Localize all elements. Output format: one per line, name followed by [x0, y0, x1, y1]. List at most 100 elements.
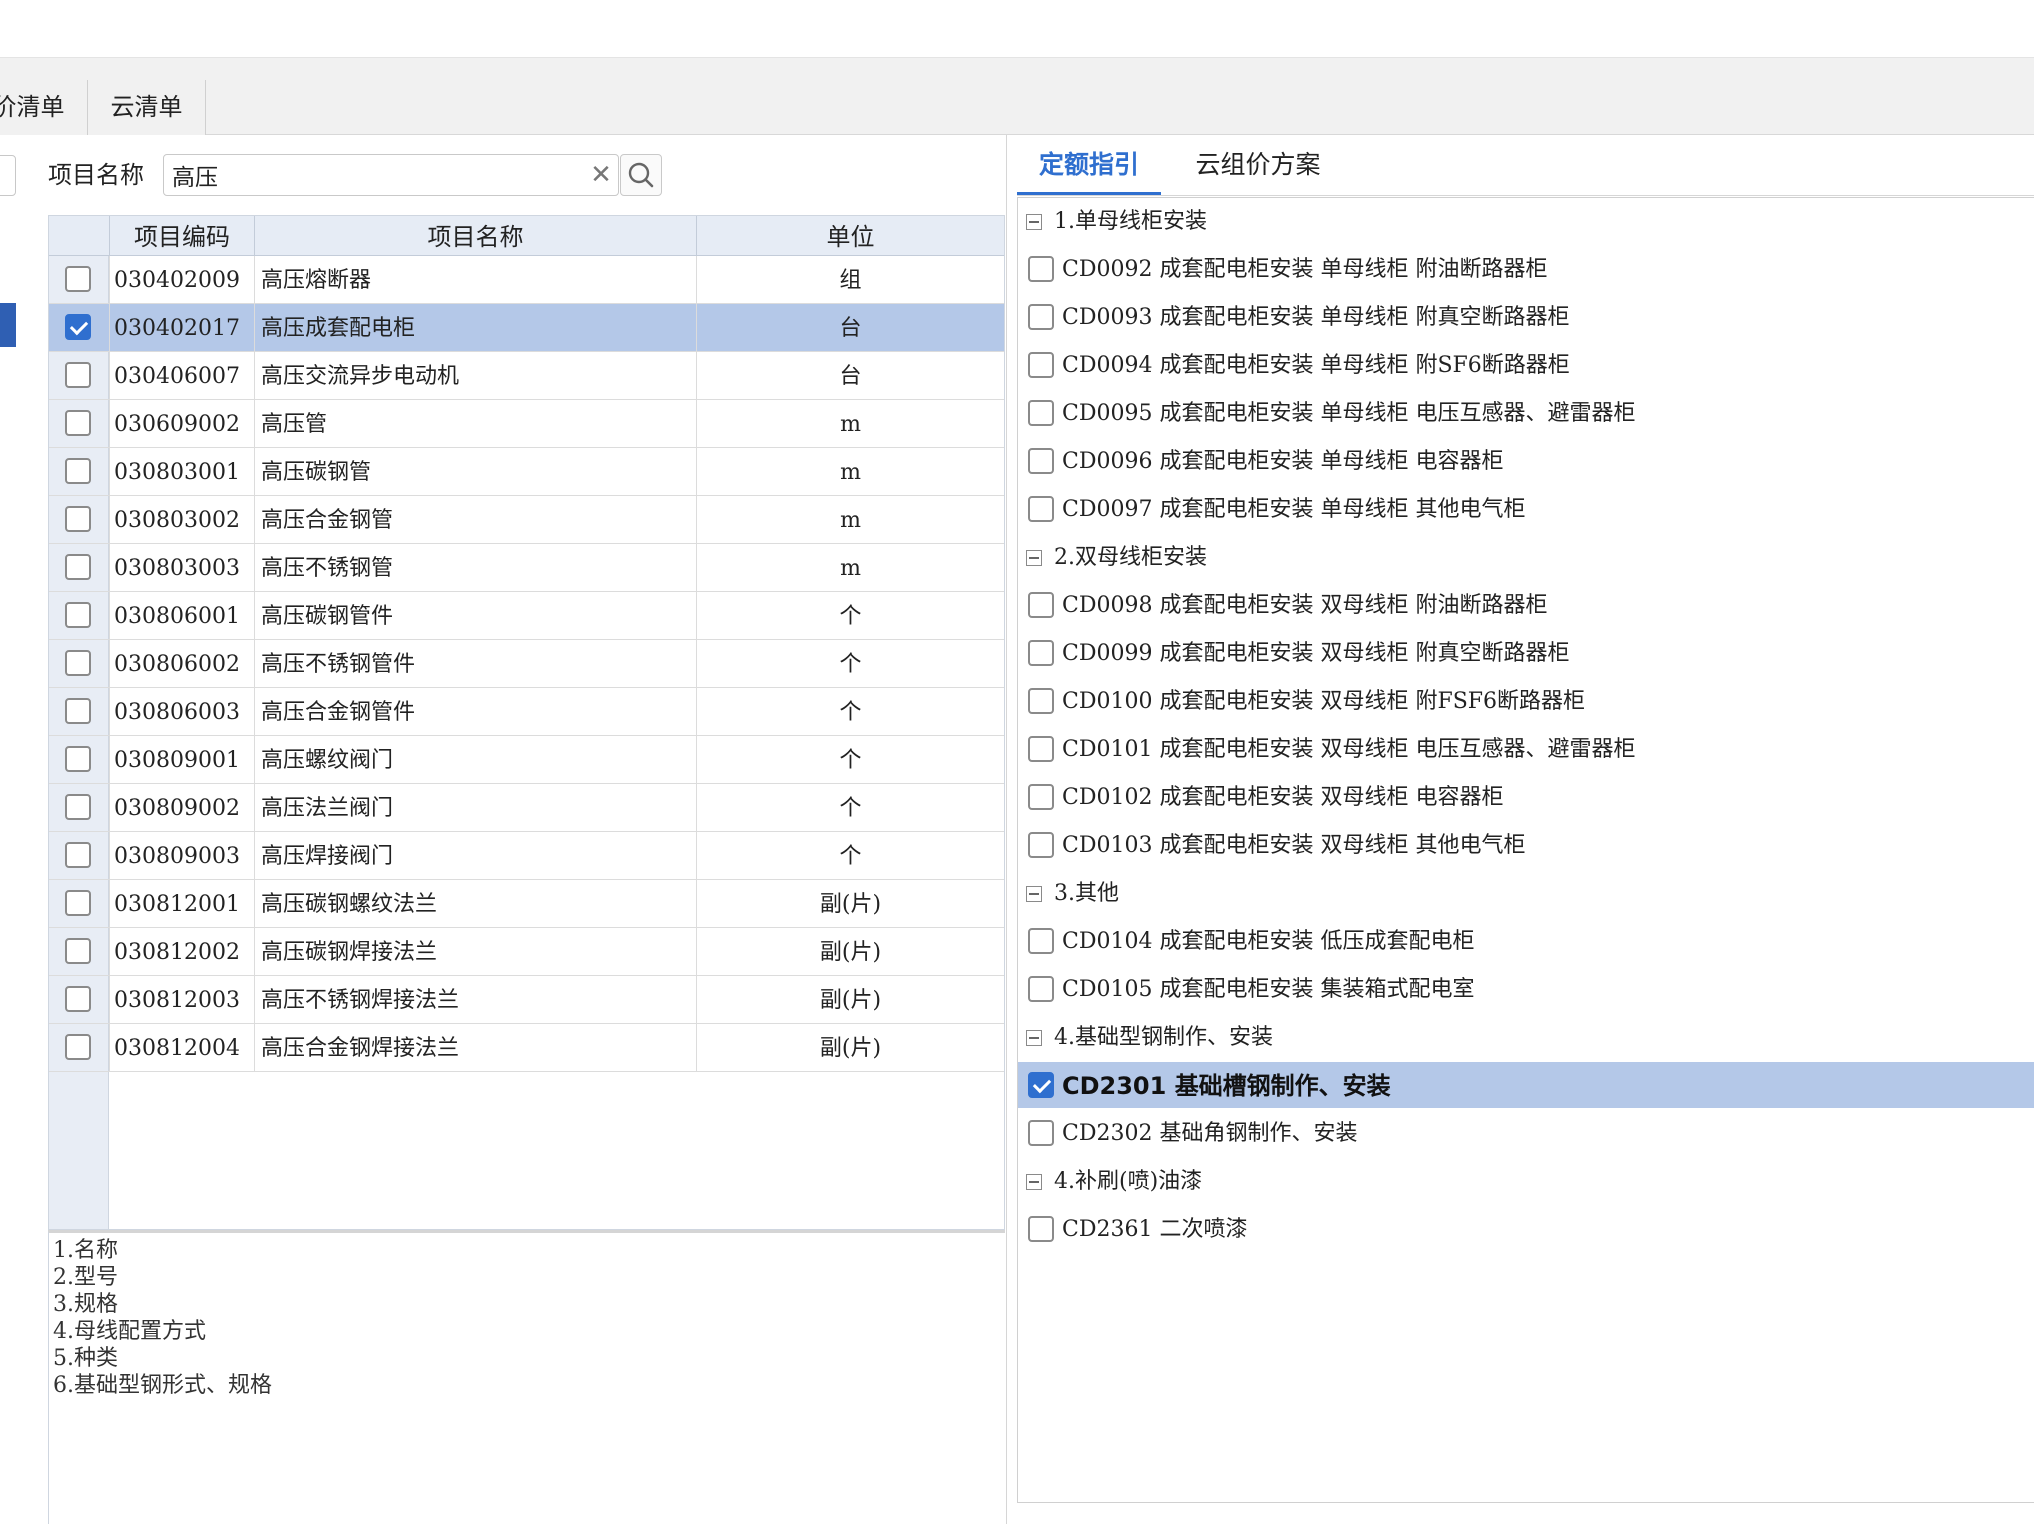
cell-name: 高压焊接阀门: [254, 832, 696, 879]
tree-item-checkbox[interactable]: [1028, 400, 1054, 426]
tree-item-checkbox[interactable]: [1028, 784, 1054, 810]
tree-item[interactable]: CD0094 成套配电柜安装 单母线柜 附SF6断路器柜: [1018, 342, 2034, 388]
tab-quota-guide[interactable]: 定额指引: [1017, 135, 1161, 195]
row-checkbox[interactable]: [65, 458, 91, 484]
tree-group[interactable]: 1.单母线柜安装: [1018, 198, 2034, 244]
tree-item-checkbox[interactable]: [1028, 928, 1054, 954]
tree-item[interactable]: CD0092 成套配电柜安装 单母线柜 附油断路器柜: [1018, 246, 2034, 292]
cell-code: 030812002: [109, 928, 254, 975]
tree-group[interactable]: 4.补刷(喷)油漆: [1018, 1158, 2034, 1204]
tree-item-checkbox[interactable]: [1028, 304, 1054, 330]
table-row[interactable]: 030806002 高压不锈钢管件个: [49, 640, 1004, 688]
tree-item-checkbox[interactable]: [1028, 448, 1054, 474]
column-header-unit[interactable]: 单位: [696, 216, 1004, 256]
tree-item-checkbox[interactable]: [1028, 496, 1054, 522]
tree-item-checkbox[interactable]: [1028, 1072, 1054, 1098]
row-checkbox[interactable]: [65, 362, 91, 388]
tree-item[interactable]: CD0096 成套配电柜安装 单母线柜 电容器柜: [1018, 438, 2034, 484]
tree-item[interactable]: CD0102 成套配电柜安装 双母线柜 电容器柜: [1018, 774, 2034, 820]
collapse-icon[interactable]: [1026, 550, 1042, 566]
tab-cloud-pricing-plan[interactable]: 云组价方案: [1173, 135, 1343, 195]
row-checkbox[interactable]: [65, 890, 91, 916]
cell-unit: 副(片): [696, 1024, 1004, 1071]
tab-cloud-list[interactable]: 云清单: [88, 80, 206, 135]
tree-item-checkbox[interactable]: [1028, 832, 1054, 858]
table-row[interactable]: 030402009 高压熔断器组: [49, 256, 1004, 304]
row-checkbox[interactable]: [65, 266, 91, 292]
search-input[interactable]: [172, 159, 572, 191]
tree-item-checkbox[interactable]: [1028, 256, 1054, 282]
row-checkbox[interactable]: [65, 554, 91, 580]
column-header-code[interactable]: 项目编码: [109, 216, 254, 256]
table-row[interactable]: 030809003 高压焊接阀门个: [49, 832, 1004, 880]
row-checkbox[interactable]: [65, 1034, 91, 1060]
table-row[interactable]: 030609002 高压管 m: [49, 400, 1004, 448]
tree-item[interactable]: CD2361 二次喷漆: [1018, 1206, 2034, 1252]
tree-item-checkbox[interactable]: [1028, 688, 1054, 714]
table-row[interactable]: 030406007 高压交流异步电动机台: [49, 352, 1004, 400]
tree-item[interactable]: CD0095 成套配电柜安装 单母线柜 电压互感器、避雷器柜: [1018, 390, 2034, 436]
tree-item-checkbox[interactable]: [1028, 976, 1054, 1002]
table-row[interactable]: 030402017 高压成套配电柜台: [49, 304, 1004, 352]
row-checkbox[interactable]: [65, 746, 91, 772]
tree-node-label: 1.单母线柜安装: [1054, 209, 1207, 234]
table-row[interactable]: 030806001 高压碳钢管件个: [49, 592, 1004, 640]
tree-item-checkbox[interactable]: [1028, 1216, 1054, 1242]
tree-item[interactable]: CD0093 成套配电柜安装 单母线柜 附真空断路器柜: [1018, 294, 2034, 340]
clear-icon[interactable]: ✕: [588, 161, 614, 191]
cell-unit: 个: [696, 736, 1004, 783]
tree-item[interactable]: CD2302 基础角钢制作、安装: [1018, 1110, 2034, 1156]
table-row[interactable]: 030803001 高压碳钢管 m: [49, 448, 1004, 496]
row-checkbox[interactable]: [65, 986, 91, 1012]
table-row[interactable]: 030803002 高压合金钢管 m: [49, 496, 1004, 544]
table-row[interactable]: 030812003 高压不锈钢焊接法兰 副(片): [49, 976, 1004, 1024]
table-row[interactable]: 030809002 高压法兰阀门个: [49, 784, 1004, 832]
collapse-icon[interactable]: [1026, 214, 1042, 230]
row-checkbox[interactable]: [65, 602, 91, 628]
tree-item[interactable]: CD0104 成套配电柜安装 低压成套配电柜: [1018, 918, 2034, 964]
tree-group[interactable]: 4.基础型钢制作、安装: [1018, 1014, 2034, 1060]
tree-item-checkbox[interactable]: [1028, 352, 1054, 378]
tree-item[interactable]: CD0098 成套配电柜安装 双母线柜 附油断路器柜: [1018, 582, 2034, 628]
tree-node-label: CD0102 成套配电柜安装 双母线柜 电容器柜: [1062, 785, 1504, 810]
quota-guide-panel: 定额指引 云组价方案 1.单母线柜安装 CD0092 成套配电柜安装 单母线柜 附…: [1006, 135, 2034, 1524]
tree-item-checkbox[interactable]: [1028, 592, 1054, 618]
tree-node-label: CD0094 成套配电柜安装 单母线柜 附SF6断路器柜: [1062, 353, 1570, 378]
tree-item[interactable]: CD0101 成套配电柜安装 双母线柜 电压互感器、避雷器柜: [1018, 726, 2034, 772]
table-row[interactable]: 030812001 高压碳钢螺纹法兰 副(片): [49, 880, 1004, 928]
table-row[interactable]: 030803003 高压不锈钢管 m: [49, 544, 1004, 592]
tree-item-checkbox[interactable]: [1028, 640, 1054, 666]
row-checkbox[interactable]: [65, 650, 91, 676]
table-row[interactable]: 030812004 高压合金钢焊接法兰 副(片): [49, 1024, 1004, 1072]
tree-group[interactable]: 2.双母线柜安装: [1018, 534, 2034, 580]
tree-item[interactable]: CD0100 成套配电柜安装 双母线柜 附FSF6断路器柜: [1018, 678, 2034, 724]
row-checkbox[interactable]: [65, 314, 91, 340]
search-label: 项目名称: [48, 161, 144, 189]
search-button[interactable]: [620, 154, 662, 196]
tree-item-checkbox[interactable]: [1028, 1120, 1054, 1146]
tree-item[interactable]: CD0105 成套配电柜安装 集装箱式配电室: [1018, 966, 2034, 1012]
item-feature-description[interactable]: 1.名称 2.型号 3.规格 4.母线配置方式 5.种类 6.基础型钢形式、规格: [48, 1230, 1005, 1524]
collapse-icon[interactable]: [1026, 1030, 1042, 1046]
cell-code: 030809001: [109, 736, 254, 783]
collapse-icon[interactable]: [1026, 886, 1042, 902]
row-checkbox[interactable]: [65, 410, 91, 436]
tree-item[interactable]: CD0097 成套配电柜安装 单母线柜 其他电气柜: [1018, 486, 2034, 532]
tree-item[interactable]: CD2301 基础槽钢制作、安装: [1018, 1062, 2034, 1108]
row-checkbox[interactable]: [65, 794, 91, 820]
tab-price-list[interactable]: 价清单: [0, 80, 88, 135]
tree-item[interactable]: CD0099 成套配电柜安装 双母线柜 附真空断路器柜: [1018, 630, 2034, 676]
collapse-icon[interactable]: [1026, 1174, 1042, 1190]
table-row[interactable]: 030812002 高压碳钢焊接法兰 副(片): [49, 928, 1004, 976]
row-checkbox[interactable]: [65, 506, 91, 532]
tree-group[interactable]: 3.其他: [1018, 870, 2034, 916]
table-row[interactable]: 030806003 高压合金钢管件个: [49, 688, 1004, 736]
cell-code: 030809002: [109, 784, 254, 831]
table-row[interactable]: 030809001 高压螺纹阀门个: [49, 736, 1004, 784]
row-checkbox[interactable]: [65, 698, 91, 724]
tree-item[interactable]: CD0103 成套配电柜安装 双母线柜 其他电气柜: [1018, 822, 2034, 868]
row-checkbox[interactable]: [65, 938, 91, 964]
tree-item-checkbox[interactable]: [1028, 736, 1054, 762]
column-header-name[interactable]: 项目名称: [254, 216, 696, 256]
row-checkbox[interactable]: [65, 842, 91, 868]
